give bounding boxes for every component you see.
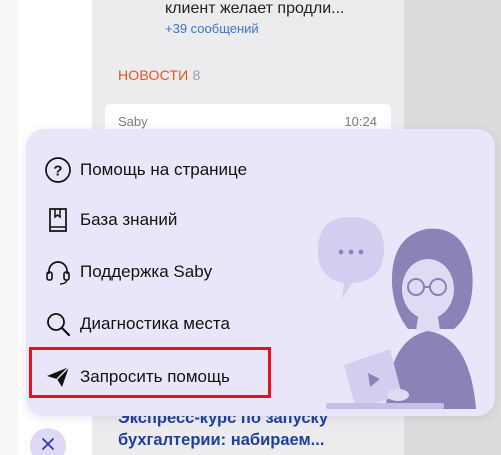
news-source: Saby [118, 114, 148, 129]
menu-item-label: Диагностика места [80, 314, 230, 333]
news-header-label: НОВОСТИ [118, 67, 189, 83]
magnifier-icon [44, 310, 72, 338]
help-menu-popup: ? Помощь на странице База знаний Поддерж… [26, 129, 495, 416]
close-icon [41, 437, 55, 455]
question-circle-icon: ? [44, 156, 72, 184]
svg-text:?: ? [53, 163, 62, 180]
close-button[interactable] [30, 428, 66, 455]
news-count: 8 [192, 67, 201, 83]
menu-item-label: Помощь на странице [80, 160, 248, 179]
menu-item-label: База знаний [80, 210, 178, 229]
headset-icon [44, 258, 72, 286]
more-messages-link[interactable]: +39 сообщений [165, 21, 259, 36]
menu-item-support[interactable]: Поддержка Saby [44, 258, 212, 286]
menu-item-label: Поддержка Saby [80, 262, 213, 281]
left-strip [0, 0, 18, 455]
support-illustration [304, 199, 490, 409]
menu-item-diagnostics[interactable]: Диагностика места [44, 310, 230, 338]
news-time: 10:24 [344, 114, 377, 129]
news-section-header[interactable]: НОВОСТИ 8 [118, 67, 200, 83]
highlight-frame [29, 347, 271, 398]
menu-item-page-help[interactable]: ? Помощь на странице [44, 156, 247, 184]
menu-item-knowledge-base[interactable]: База знаний [44, 206, 177, 234]
book-icon [44, 206, 72, 234]
chat-preview-text[interactable]: клиент желает продли... [165, 0, 344, 18]
